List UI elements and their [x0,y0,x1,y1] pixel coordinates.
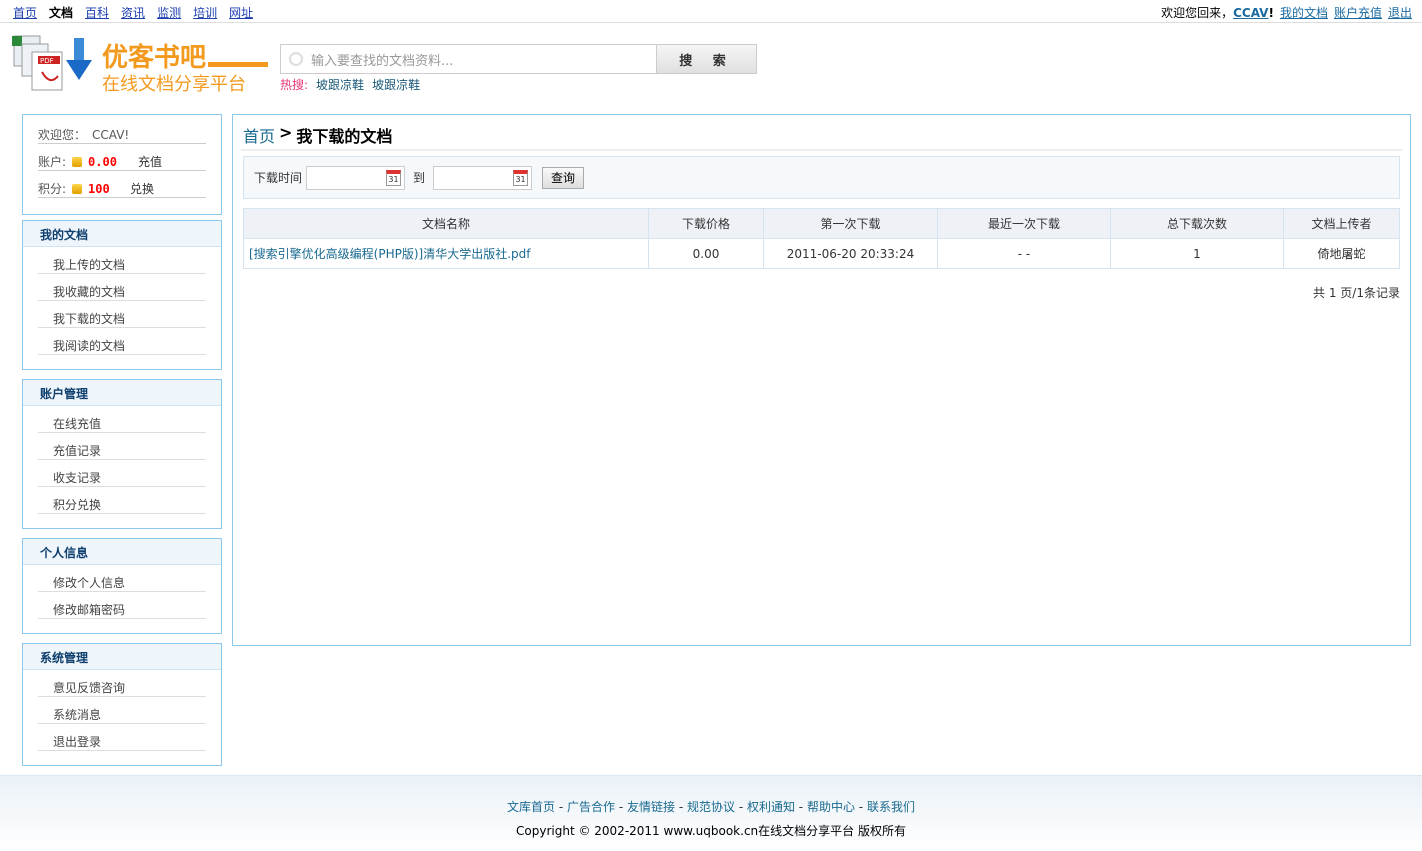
breadcrumb-home[interactable]: 首页 [243,123,275,147]
pagination-info: 共 1 页/1条记录 [1313,286,1400,300]
table-cell: - - [937,238,1111,269]
downloads-table: 文档名称 下载价格 第一次下载 最近一次下载 总下载次数 文档上传者 [搜索引擎优化高级编… [243,208,1400,269]
welcome-row: 欢迎您： CCAV! [38,117,206,144]
nav-item[interactable]: 监测 [157,4,181,21]
sidebar-section: 系统管理 意见反馈咨询 系统消息 退出登录 [22,643,222,766]
my-docs-link[interactable]: 我的文档 [1280,4,1328,21]
to-label: 到 [413,171,426,185]
calendar-icon[interactable]: 31 [386,169,402,186]
download-time-label: 下载时间 [254,171,303,185]
coin-icon [72,183,83,194]
hot-searches: 热搜: 坡跟凉鞋 坡跟凉鞋 [280,76,420,93]
sidebar-section-title: 个人信息 [23,539,221,565]
exchange-link[interactable]: 兑换 [130,180,154,197]
welcome-text: 欢迎您回来，CCAV! [1161,6,1274,20]
copyright: Copyright © 2002-2011 www.uqbook.cn在线文档分… [516,824,906,838]
sidebar-item[interactable]: 我上传的文档 [38,247,206,274]
logout-link[interactable]: 退出 [1388,4,1412,21]
sidebar-item[interactable]: 意见反馈咨询 [38,670,206,697]
table-cell: 倚地屠蛇 [1283,238,1400,269]
user-links: 欢迎您回来，CCAV! 我的文档 账户充值 退出 [1161,4,1412,21]
nav-item[interactable]: 百科 [85,4,109,21]
sidebar-section-title: 我的文档 [23,221,221,247]
account-row: 账户: 0.00 充值 [38,144,206,171]
footer-link[interactable]: 联系我们 [867,800,915,814]
search-input[interactable]: 输入要查找的文档资料... [280,44,657,74]
sidebar-item[interactable]: 在线充值 [38,406,206,433]
table-row: [搜索引擎优化高级编程(PHP版)]清华大学出版社.pdf 0.00 2011-06… [243,238,1400,269]
filter-bar: 下载时间 31 到 31 查询 [243,156,1400,199]
username-link[interactable]: CCAV [1233,6,1268,20]
footer-link[interactable]: 广告合作 [567,800,615,814]
footer: 文库首页 - 广告合作 - 友情链接 - 规范协议 - 权利通知 - 帮助中心 … [0,775,1422,851]
query-button[interactable]: 查询 [542,166,585,189]
sidebar-item[interactable]: 充值记录 [38,433,206,460]
top-nav: 首页 文档 百科 资讯 监测 培训 网址 [13,4,253,21]
sidebar-item[interactable]: 修改邮箱密码 [38,592,206,619]
date-to-input[interactable]: 31 [433,165,533,190]
sidebar-item[interactable]: 收支记录 [38,460,206,487]
hot-link[interactable]: 坡跟凉鞋 [316,76,364,93]
table-cell: 2011-06-20 20:33:24 [763,238,938,269]
nav-item[interactable]: 资讯 [121,4,145,21]
table-cell: 1 [1110,238,1284,269]
svg-text:在线文档分享平台: 在线文档分享平台 [102,74,246,95]
svg-text:PDF: PDF [40,57,54,65]
column-header: 文档名称 [243,208,649,239]
column-header: 下载价格 [648,208,764,239]
sidebar-item[interactable]: 修改个人信息 [38,565,206,592]
column-header: 总下载次数 [1110,208,1284,239]
nav-item[interactable]: 文档 [49,4,73,21]
sidebar-section: 个人信息 修改个人信息 修改邮箱密码 [22,538,222,634]
hot-label: 热搜: [280,78,309,92]
table-cell: 0.00 [648,238,764,269]
points-row: 积分: 100 兑换 [38,171,206,198]
sidebar-section: 账户管理 在线充值 充值记录 收支记录 积分兑换 [22,379,222,529]
date-from-input[interactable]: 31 [306,165,406,190]
page-title: 我下载的文档 [296,127,393,146]
sidebar-section-title: 账户管理 [23,380,221,406]
sidebar-section-title: 系统管理 [23,644,221,670]
sidebar-item[interactable]: 我收藏的文档 [38,274,206,301]
sidebar-item[interactable]: 我阅读的文档 [38,328,206,355]
hot-link[interactable]: 坡跟凉鞋 [372,76,420,93]
footer-links: 文库首页 - 广告合作 - 友情链接 - 规范协议 - 权利通知 - 帮助中心 … [507,800,915,814]
breadcrumb: 首页 > 我下载的文档 [243,123,393,147]
divider [241,149,1402,151]
sidebar-item[interactable]: 退出登录 [38,724,206,751]
coin-icon [72,156,83,167]
calendar-icon[interactable]: 31 [513,169,529,186]
footer-link[interactable]: 友情链接 [627,800,675,814]
footer-link[interactable]: 文库首页 [507,800,555,814]
recharge-link[interactable]: 账户充值 [1334,4,1382,21]
sidebar-item[interactable]: 系统消息 [38,697,206,724]
recharge-link[interactable]: 充值 [138,153,162,170]
sidebar-section: 我的文档 我上传的文档 我收藏的文档 我下载的文档 我阅读的文档 [22,220,222,370]
user-info-box: 欢迎您： CCAV! 账户: 0.00 充值 积分: 100 兑换 [22,114,222,215]
footer-link[interactable]: 权利通知 [747,800,795,814]
nav-item[interactable]: 培训 [193,4,217,21]
nav-item[interactable]: 首页 [13,4,37,21]
sidebar-item[interactable]: 我下载的文档 [38,301,206,328]
document-link[interactable]: [搜索引擎优化高级编程(PHP版)]清华大学出版社.pdf [243,238,649,269]
search-icon [289,52,303,66]
column-header: 文档上传者 [1283,208,1400,239]
footer-link[interactable]: 规范协议 [687,800,735,814]
main-panel: 首页 > 我下载的文档 下载时间 31 到 31 查询 文档名称 下载价格 第一次下载最… [232,114,1411,646]
svg-text:优客书吧: 优客书吧 [102,42,206,73]
column-header: 最近一次下载 [937,208,1111,239]
column-header: 第一次下载 [763,208,938,239]
site-logo[interactable]: PDF 优客书吧 在线文档分享平台 [12,32,272,96]
nav-item[interactable]: 网址 [229,4,253,21]
search-button[interactable]: 搜 索 [656,44,757,74]
logo-docs-icon: PDF 优客书吧 在线文档分享平台 [12,35,268,95]
sidebar-item[interactable]: 积分兑换 [38,487,206,514]
footer-link[interactable]: 帮助中心 [807,800,855,814]
